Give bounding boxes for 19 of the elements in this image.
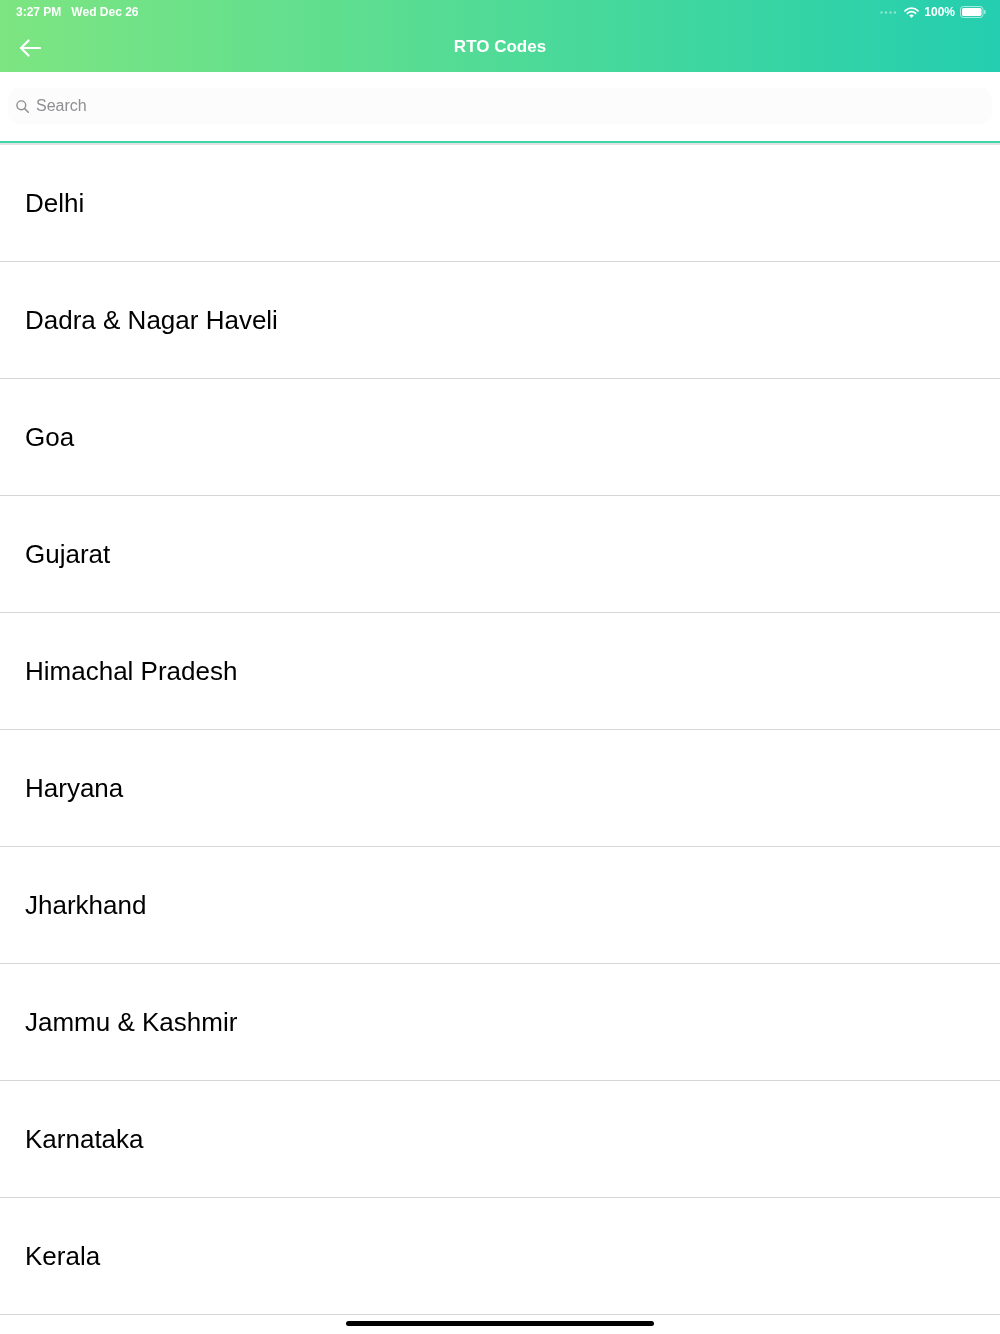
state-list-item[interactable]: Himachal Pradesh	[0, 613, 1000, 730]
state-list-item[interactable]: Dadra & Nagar Haveli	[0, 262, 1000, 379]
status-date: Wed Dec 26	[71, 5, 139, 19]
signal-icon	[880, 10, 898, 14]
wifi-icon	[904, 6, 920, 18]
status-time: 3:27 PM	[16, 5, 62, 19]
state-list-item[interactable]: Goa	[0, 379, 1000, 496]
state-list-item[interactable]: Delhi	[0, 145, 1000, 262]
battery-percentage: 100%	[924, 5, 955, 19]
back-arrow-icon	[19, 39, 41, 57]
state-list-item[interactable]: Kerala	[0, 1198, 1000, 1315]
state-list-item[interactable]: Haryana	[0, 730, 1000, 847]
state-list-item[interactable]: Karnataka	[0, 1081, 1000, 1198]
nav-title: RTO Codes	[453, 37, 547, 57]
state-list-item[interactable]: Gujarat	[0, 496, 1000, 613]
state-list-item[interactable]: Jharkhand	[0, 847, 1000, 964]
search-icon	[16, 100, 29, 113]
state-list-item[interactable]: Jammu & Kashmir	[0, 964, 1000, 1081]
battery-icon	[960, 6, 986, 18]
